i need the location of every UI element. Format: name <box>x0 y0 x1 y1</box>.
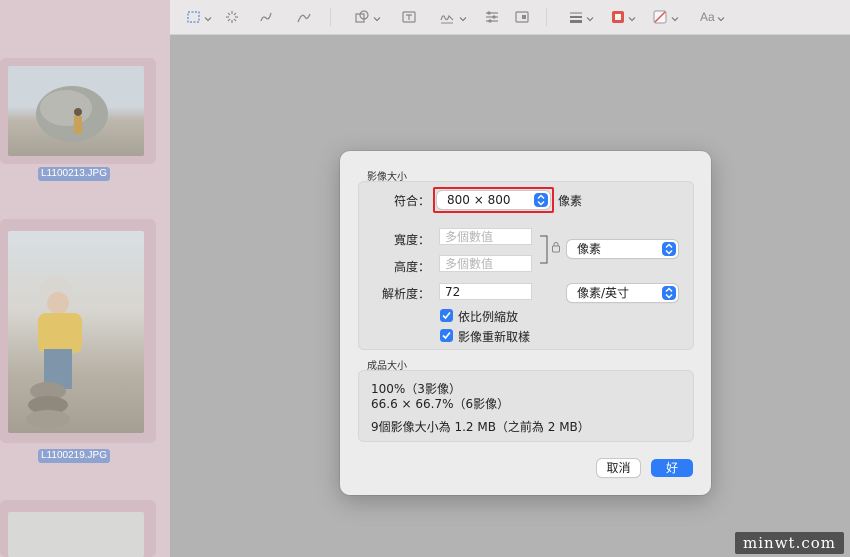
popup-stepper-icon <box>662 286 676 300</box>
chevron-down-icon[interactable] <box>459 12 467 22</box>
resolution-field[interactable]: 72 <box>439 283 532 300</box>
thumbnail-card[interactable] <box>0 219 156 443</box>
resample-image-label: 影像重新取樣 <box>458 330 531 344</box>
border-style-icon[interactable] <box>568 9 584 25</box>
thumbnail-filename: L1100219.JPG <box>38 449 110 463</box>
fill-color-icon[interactable] <box>652 9 668 25</box>
toolbar-divider <box>546 8 547 26</box>
cancel-button[interactable]: 取消 <box>597 459 640 477</box>
thumbnail-card[interactable] <box>0 500 156 557</box>
height-label: 高度： <box>393 260 430 274</box>
fit-label: 符合： <box>393 194 430 208</box>
width-field[interactable]: 多個數值 <box>439 228 532 245</box>
thumbnail-card[interactable] <box>0 58 156 164</box>
resolution-unit-popup[interactable]: 像素/英寸 <box>567 284 678 302</box>
text-icon[interactable] <box>401 9 417 25</box>
popup-stepper-icon <box>662 242 676 256</box>
thumbnail-sidebar: L1100213.JPG L1100219.JPG <box>0 0 170 557</box>
signature-icon[interactable] <box>439 9 455 25</box>
rock-photo <box>36 86 108 142</box>
size-unit-popup[interactable]: 像素 <box>567 240 678 258</box>
ok-button[interactable]: 好 <box>651 459 693 477</box>
thumbnail-filename: L1100213.JPG <box>38 167 110 181</box>
chevron-down-icon[interactable] <box>373 12 381 22</box>
thumbnail-image <box>8 231 144 433</box>
width-label: 寬度： <box>393 233 430 247</box>
image-size-dialog: 影像大小 符合： 800 × 800 像素 寬度： 多個數值 高度： 多個數值 … <box>340 151 711 495</box>
adjust-size-icon[interactable] <box>514 9 530 25</box>
watermark: minwt.com <box>735 532 844 554</box>
chevron-down-icon[interactable] <box>628 12 636 22</box>
markup-toolbar: Aa <box>170 0 850 35</box>
lock-icon[interactable] <box>551 241 561 253</box>
selection-icon[interactable] <box>186 9 202 25</box>
scale-proportionally-label: 依比例縮放 <box>458 310 519 324</box>
highlight-box <box>433 187 554 213</box>
size-unit-value: 像素 <box>577 242 602 256</box>
resolution-label: 解析度： <box>381 287 430 301</box>
sketch-icon[interactable] <box>258 9 274 25</box>
chevron-down-icon[interactable] <box>586 12 594 22</box>
resolution-unit-value: 像素/英寸 <box>577 286 630 300</box>
result-summary: 9個影像大小為 1.2 MB（之前為 2 MB） <box>371 420 590 434</box>
chevron-down-icon[interactable] <box>671 12 679 22</box>
thumbnail-image <box>8 512 144 557</box>
shapes-icon[interactable] <box>354 9 370 25</box>
result-dimensions: 66.6 × 66.7%（6影像） <box>371 397 510 411</box>
adjust-color-icon[interactable] <box>484 9 500 25</box>
child-photo <box>26 276 82 428</box>
instant-alpha-icon[interactable] <box>224 9 240 25</box>
draw-icon[interactable] <box>296 9 312 25</box>
resample-image-checkbox[interactable] <box>440 329 453 342</box>
thumbnail-image <box>8 66 144 156</box>
chevron-down-icon[interactable] <box>717 12 725 22</box>
scale-proportionally-checkbox[interactable] <box>440 309 453 322</box>
fit-unit-label: 像素 <box>558 194 583 208</box>
height-field[interactable]: 多個數值 <box>439 255 532 272</box>
chevron-down-icon[interactable] <box>204 12 212 22</box>
toolbar-divider <box>330 8 331 26</box>
border-color-icon[interactable] <box>610 9 626 25</box>
text-style-button[interactable]: Aa <box>700 10 715 24</box>
